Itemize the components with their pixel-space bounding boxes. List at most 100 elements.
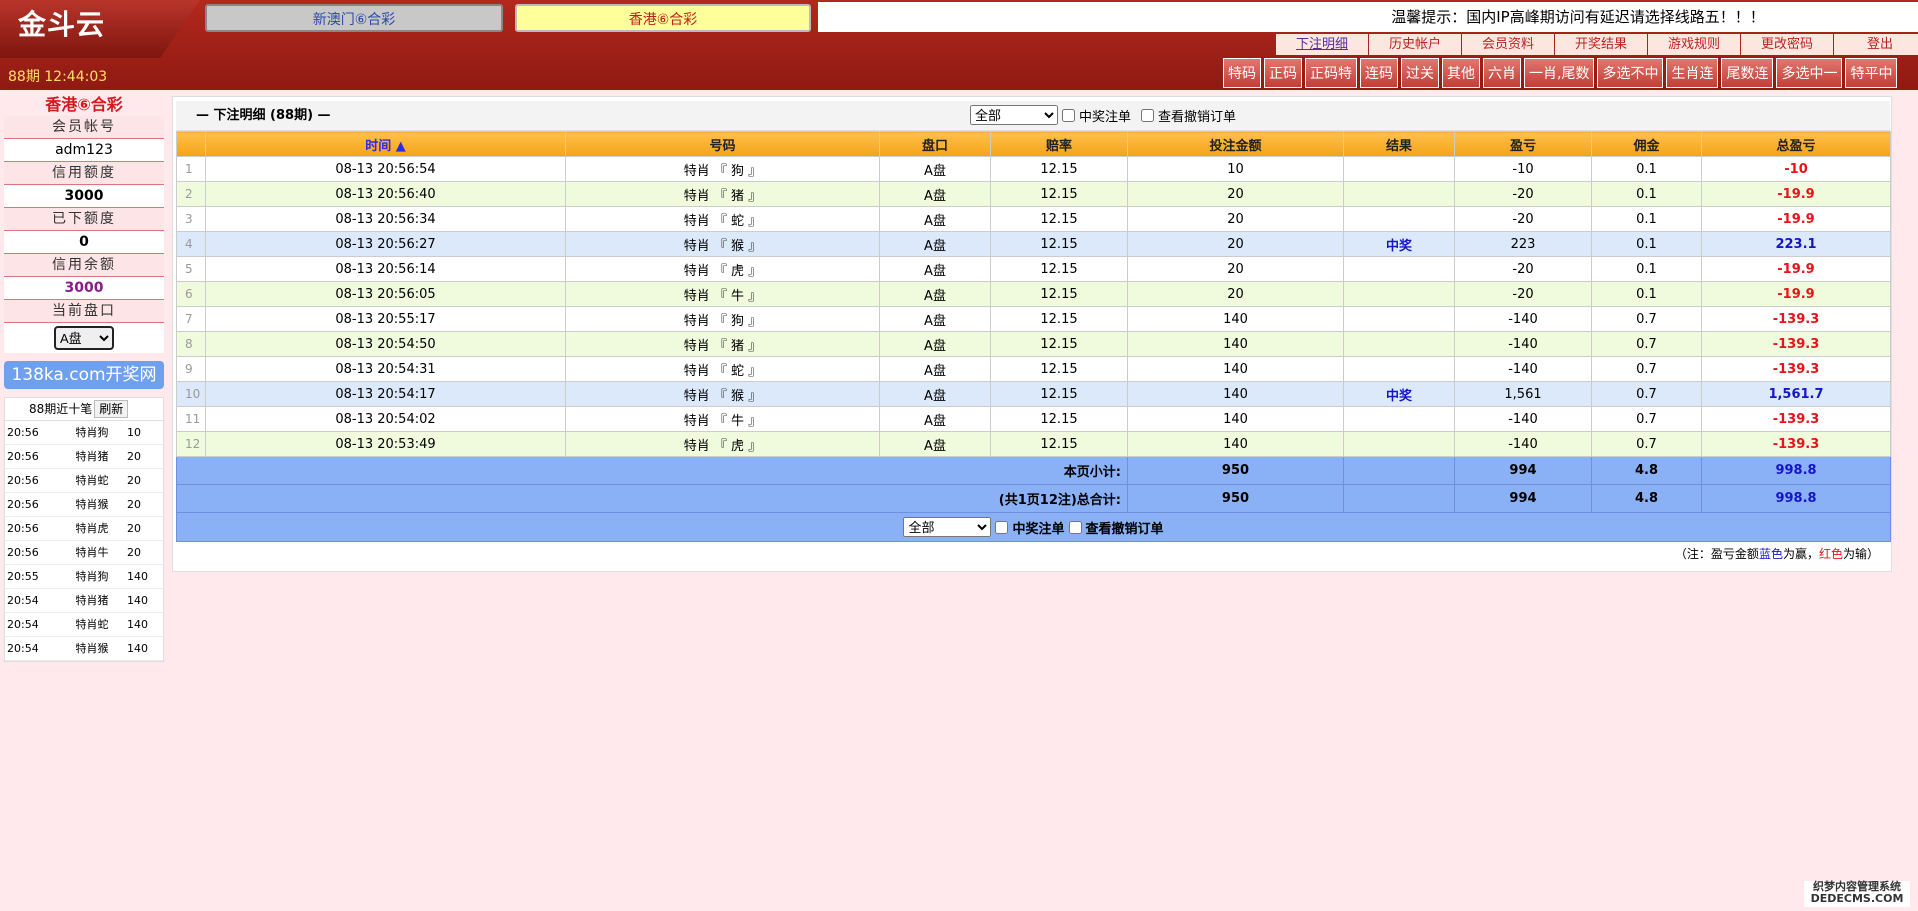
cell-amount: 20	[1127, 181, 1344, 207]
nav-history[interactable]: 历史帐户	[1368, 34, 1461, 55]
game-tab[interactable]: 多选中一	[1776, 58, 1843, 88]
footer-win-only-checkbox[interactable]	[995, 520, 1009, 534]
nav-member-info[interactable]: 会员资料	[1461, 34, 1554, 55]
game-tab[interactable]: 过关	[1401, 58, 1439, 88]
game-tab[interactable]: 多选不中	[1597, 58, 1664, 88]
pan-select[interactable]: A盘	[54, 326, 114, 350]
recent-item: 特肖虎	[75, 522, 109, 535]
cell-number: 特肖 『 虎 』	[565, 256, 880, 282]
cell-result	[1343, 156, 1455, 182]
cell-total: -139.3	[1701, 331, 1891, 357]
notice-text: 温馨提示：国内IP高峰期访问有延迟请选择线路五！！！	[1391, 8, 1765, 26]
table-row: 8 08-13 20:54:50 特肖 『 猪 』 A盘 12.15 140 -140 0.7…	[176, 331, 1891, 357]
credit-label: 信用额度	[4, 162, 164, 185]
cell-total: -139.3	[1701, 356, 1891, 382]
cell-profit: 1,561	[1454, 381, 1592, 407]
col-total: 总盈亏	[1701, 131, 1891, 157]
recent-time: 20:54	[7, 642, 39, 655]
lottery-tab-hongkong[interactable]: 香港⑥合彩	[515, 4, 811, 32]
win-only-checkbox[interactable]	[1062, 108, 1075, 122]
table-row: 9 08-13 20:54:31 特肖 『 蛇 』 A盘 12.15 140 -140 0.7…	[176, 356, 1891, 382]
recent-title: 88期近十笔	[29, 402, 93, 416]
cell-commission: 0.7	[1591, 306, 1702, 332]
subtotal-label: 本页小计:	[176, 456, 1128, 485]
row-index: 12	[176, 431, 206, 457]
used-value: 0	[4, 231, 164, 254]
bet-detail-panel: — 下注明细 (88期) — 全部 中奖注单 查看撤销订单 时间 ▲ 号码 盘口…	[172, 96, 1892, 572]
game-tab[interactable]: 正码特	[1305, 58, 1357, 88]
col-profit: 盈亏	[1454, 131, 1592, 157]
game-tab[interactable]: 尾数连	[1721, 58, 1774, 88]
lottery-tab-macau[interactable]: 新澳门⑥合彩	[205, 4, 503, 32]
table-row: 11 08-13 20:54:02 特肖 『 牛 』 A盘 12.15 140 -140 0.…	[176, 406, 1891, 432]
game-tab[interactable]: 特平中	[1845, 58, 1898, 88]
cell-odds: 12.15	[990, 431, 1128, 457]
cell-total: -139.3	[1701, 431, 1891, 457]
cell-commission: 0.1	[1591, 156, 1702, 182]
cell-time: 08-13 20:56:27	[205, 231, 566, 257]
recent-time: 20:56	[7, 498, 39, 511]
cell-number: 特肖 『 猴 』	[565, 231, 880, 257]
table-header: 时间 ▲ 号码 盘口 赔率 投注金额 结果 盈亏 佣金 总盈亏	[176, 131, 1891, 157]
footer-win-only-label: 中奖注单	[1012, 521, 1065, 537]
note-blue: 蓝色	[1758, 547, 1783, 561]
footer-cancelled-label: 查看撤销订单	[1085, 521, 1164, 537]
cell-time: 08-13 20:54:31	[205, 356, 566, 382]
page-subtotal-row: 本页小计: 950 994 4.8 998.8	[176, 456, 1891, 485]
recent-time: 20:54	[7, 618, 39, 631]
refresh-button[interactable]: 刷新	[94, 400, 129, 418]
nav-logout[interactable]: 登出	[1833, 34, 1918, 55]
cell-odds: 12.15	[990, 206, 1128, 232]
cell-amount: 20	[1127, 231, 1344, 257]
cell-number: 特肖 『 猪 』	[565, 331, 880, 357]
watermark-line2: DEDECMS.COM	[1810, 892, 1904, 905]
cell-amount: 20	[1127, 256, 1344, 282]
recent-item: 特肖狗	[75, 426, 109, 439]
cell-profit: -10	[1454, 156, 1592, 182]
nav-change-password[interactable]: 更改密码	[1740, 34, 1833, 55]
game-tab[interactable]: 生肖连	[1666, 58, 1719, 88]
cell-odds: 12.15	[990, 306, 1128, 332]
note-suffix: 为输）	[1842, 547, 1879, 561]
game-tab[interactable]: 正码	[1264, 58, 1302, 88]
row-index: 6	[176, 281, 206, 307]
recent-bets: 88期近十笔 刷新 20:56 特肖狗 10 20:56 特肖猪 20 20:56 特肖蛇 2…	[4, 397, 164, 662]
cell-odds: 12.15	[990, 181, 1128, 207]
cell-number: 特肖 『 牛 』	[565, 406, 880, 432]
cell-commission: 0.1	[1591, 206, 1702, 232]
recent-amount: 20	[127, 474, 141, 487]
cell-result	[1343, 331, 1455, 357]
cell-profit: -20	[1454, 281, 1592, 307]
row-index: 9	[176, 356, 206, 382]
game-tab[interactable]: 特码	[1223, 58, 1261, 88]
list-item: 20:56 特肖牛 20	[5, 541, 163, 565]
game-tab[interactable]: 六肖	[1483, 58, 1521, 88]
balance-label: 信用余额	[4, 254, 164, 277]
cancelled-checkbox[interactable]	[1141, 108, 1155, 122]
footer-filter-select[interactable]: 全部	[903, 517, 992, 537]
account-value: adm123	[4, 139, 164, 162]
filter-select[interactable]: 全部	[970, 105, 1058, 125]
cell-amount: 20	[1127, 206, 1344, 232]
nav-rules[interactable]: 游戏规则	[1647, 34, 1740, 55]
cell-total: -19.9	[1701, 281, 1891, 307]
list-item: 20:56 特肖猪 20	[5, 445, 163, 469]
cell-total: -10	[1701, 156, 1891, 182]
balance-value: 3000	[4, 277, 164, 300]
game-tab[interactable]: 一肖,尾数	[1524, 58, 1595, 88]
cell-time: 08-13 20:54:50	[205, 331, 566, 357]
list-item: 20:55 特肖狗 140	[5, 565, 163, 589]
recent-time: 20:56	[7, 474, 39, 487]
kaijiang-link[interactable]: 138ka.com开奖网	[4, 361, 164, 389]
cell-odds: 12.15	[990, 381, 1128, 407]
nav-results[interactable]: 开奖结果	[1554, 34, 1647, 55]
footer-cancelled-checkbox[interactable]	[1068, 520, 1082, 534]
list-item: 20:54 特肖猪 140	[5, 589, 163, 613]
game-tab[interactable]: 其他	[1442, 58, 1480, 88]
cell-pan: A盘	[879, 181, 991, 207]
nav-bet-details[interactable]: 下注明细	[1275, 34, 1368, 55]
game-tab[interactable]: 连码	[1360, 58, 1398, 88]
cell-total: -19.9	[1701, 256, 1891, 282]
note-mid: 为赢，	[1782, 547, 1819, 561]
col-time[interactable]: 时间 ▲	[205, 131, 566, 157]
